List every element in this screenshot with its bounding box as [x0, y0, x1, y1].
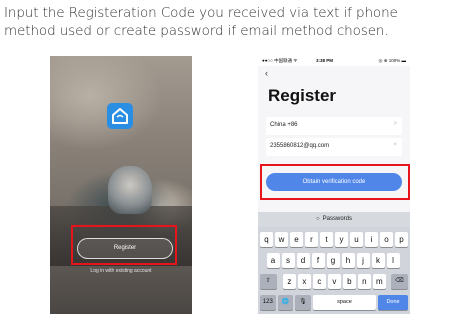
numbers-key[interactable]: 123	[260, 295, 276, 310]
key-r[interactable]: r	[305, 232, 318, 247]
key-o[interactable]: o	[380, 232, 393, 247]
microphone-icon[interactable]: 🎙	[295, 295, 311, 310]
email-value: 2355860812@qq.com	[270, 143, 330, 149]
key-h[interactable]: h	[341, 253, 355, 268]
key-d[interactable]: d	[296, 253, 310, 268]
key-t[interactable]: t	[320, 232, 333, 247]
app-logo	[107, 103, 133, 129]
home-icon	[112, 108, 128, 124]
country-value: China +86	[270, 122, 298, 128]
battery-indicator: ◎ ⊕ 100% ▬	[378, 58, 406, 63]
backspace-key[interactable]: ⌫	[391, 274, 408, 289]
key-q[interactable]: q	[260, 232, 273, 247]
instruction-text: Input the Registeration Code you receive…	[4, 4, 454, 40]
key-k[interactable]: k	[371, 253, 385, 268]
shift-key[interactable]: ⇧	[260, 274, 277, 289]
status-bar: ●●○○ 中国联通 ᯤ 3:38 PM ◎ ⊕ 100% ▬	[258, 56, 410, 66]
chevron-right-icon: >	[393, 121, 397, 127]
instruction-line-1: Input the Registeration Code you receive…	[4, 5, 398, 21]
keyboard-suggestion-bar[interactable]: ○ Passwords	[258, 212, 410, 227]
key-j[interactable]: j	[356, 253, 370, 268]
key-s[interactable]: s	[281, 253, 295, 268]
email-field[interactable]: 2355860812@qq.com ×	[266, 138, 402, 156]
chevron-left-icon[interactable]: ‹	[265, 68, 268, 78]
key-v[interactable]: v	[327, 274, 341, 289]
key-i[interactable]: i	[365, 232, 378, 247]
key-u[interactable]: u	[350, 232, 363, 247]
key-x[interactable]: x	[297, 274, 311, 289]
key-z[interactable]: z	[282, 274, 296, 289]
key-y[interactable]: y	[335, 232, 348, 247]
space-key[interactable]: space	[312, 295, 377, 310]
key-p[interactable]: p	[395, 232, 408, 247]
key-w[interactable]: w	[275, 232, 288, 247]
key-e[interactable]: e	[290, 232, 303, 247]
passwords-suggestion[interactable]: Passwords	[323, 216, 352, 222]
key-icon: ○	[316, 216, 320, 222]
key-n[interactable]: n	[357, 274, 371, 289]
country-field[interactable]: China +86 >	[266, 117, 402, 135]
welcome-screen: Register Log in with existing account	[50, 56, 192, 314]
obtain-code-highlight-box	[260, 164, 410, 200]
key-m[interactable]: m	[372, 274, 386, 289]
page-title: Register	[268, 86, 337, 105]
status-time: 3:38 PM	[316, 58, 334, 63]
key-g[interactable]: g	[326, 253, 340, 268]
key-c[interactable]: c	[312, 274, 326, 289]
globe-icon[interactable]: 🌐	[277, 295, 294, 310]
register-highlight-box	[71, 225, 177, 265]
clear-icon[interactable]: ×	[393, 142, 397, 148]
login-existing-link[interactable]: Log in with existing account	[64, 268, 178, 274]
carrier-indicator: ●●○○ 中国联通 ᯤ	[262, 58, 298, 63]
key-b[interactable]: b	[342, 274, 356, 289]
key-a[interactable]: a	[266, 253, 280, 268]
key-f[interactable]: f	[311, 253, 325, 268]
done-key[interactable]: Done	[378, 295, 408, 310]
instruction-line-2: method used or create password if email …	[4, 23, 389, 39]
background-figure	[108, 166, 152, 214]
key-l[interactable]: l	[386, 253, 400, 268]
keyboard: ○ Passwords q w e r t y u i o p a s d f g h j k l ⇧ z x c v b n m ⌫ 1…	[258, 212, 410, 314]
